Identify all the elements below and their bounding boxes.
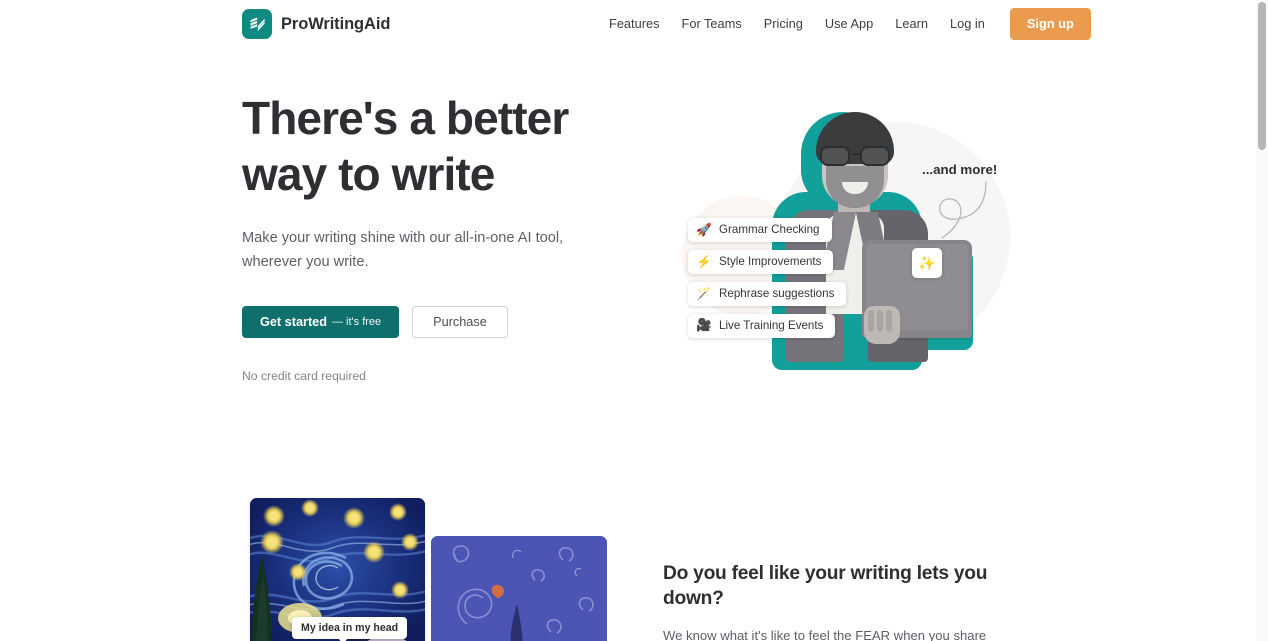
hero-illustration: 🚀 Grammar Checking ⚡ Style Improvements … — [660, 100, 1020, 400]
hero-title-line-1: There's a better — [242, 92, 569, 144]
nav-item-for-teams[interactable]: For Teams — [671, 12, 753, 37]
sparkles-icon: ✨ — [912, 248, 942, 278]
purchase-button[interactable]: Purchase — [412, 305, 508, 338]
finger — [886, 310, 892, 332]
page-scrollbar[interactable] — [1256, 0, 1268, 641]
get-started-free-tag: — it's free — [331, 315, 382, 328]
section2-copy: Do you feel like your writing lets you d… — [663, 562, 1029, 641]
sign-up-button[interactable]: Sign up — [1009, 7, 1091, 41]
section2-title: Do you feel like your writing lets you d… — [663, 563, 988, 609]
glasses-lens-left — [820, 146, 850, 166]
rocket-icon: 🚀 — [696, 222, 712, 237]
lightning-bolt-icon: ⚡ — [696, 254, 712, 269]
hero-cta-group: Get started — it's free Purchase — [242, 305, 642, 338]
glasses-lens-right — [860, 146, 890, 166]
feature-pill-label: Grammar Checking — [719, 223, 820, 236]
feature-pill-rephrase-suggestions[interactable]: 🪄 Rephrase suggestions — [688, 281, 847, 306]
landing-page: ProWritingAid Features For Teams Pricing… — [0, 0, 1268, 641]
hero-title-line-2: way to write — [242, 148, 495, 201]
get-started-button[interactable]: Get started — it's free — [242, 305, 400, 338]
brand-logo-link[interactable]: ProWritingAid — [242, 9, 390, 39]
glasses-icon — [818, 146, 892, 166]
feature-pill-grammar-checking[interactable]: 🚀 Grammar Checking — [688, 218, 832, 242]
no-credit-card-note: No credit card required — [242, 368, 366, 383]
my-idea-in-my-head-label: My idea in my head — [292, 617, 408, 641]
hand-holding-laptop — [864, 306, 900, 344]
magic-wand-icon: 🪄 — [696, 286, 712, 301]
video-camera-icon: 🎥 — [696, 318, 712, 333]
and-more-annotation: ...and more! — [922, 162, 998, 177]
feature-pill-list: 🚀 Grammar Checking ⚡ Style Improvements … — [688, 218, 847, 338]
hero-title: There's a better way to write — [242, 90, 642, 202]
scrollbar-thumb[interactable] — [1258, 2, 1266, 150]
before-after-artwork: My idea in my head — [250, 498, 607, 641]
nav-item-pricing[interactable]: Pricing — [753, 12, 814, 37]
section2-body: We know what it's like to feel the FEAR … — [663, 627, 987, 641]
glasses-bridge — [852, 153, 860, 156]
brand-name: ProWritingAid — [281, 14, 391, 33]
nav-item-log-in[interactable]: Log in — [939, 12, 996, 37]
feature-pill-style-improvements[interactable]: ⚡ Style Improvements — [688, 249, 834, 274]
nav-item-features[interactable]: Features — [598, 12, 671, 37]
crude-drawing-version — [431, 536, 607, 641]
finger — [868, 310, 874, 332]
feature-pill-live-training-events[interactable]: 🎥 Live Training Events — [688, 313, 836, 338]
feature-pill-label: Live Training Events — [719, 318, 824, 332]
feature-pill-label: Rephrase suggestions — [719, 286, 835, 300]
get-started-label: Get started — [260, 314, 327, 329]
nav-item-learn[interactable]: Learn — [884, 12, 939, 37]
prowritingaid-book-logo-icon — [242, 9, 272, 39]
nav-item-use-app[interactable]: Use App — [814, 12, 884, 37]
hero-copy: There's a better way to write Make your … — [242, 90, 642, 383]
hero-subtitle: Make your writing shine with our all-in-… — [242, 230, 564, 270]
main-navigation: Features For Teams Pricing Use App Learn… — [598, 0, 1091, 48]
feature-pill-label: Style Improvements — [719, 254, 822, 268]
finger — [877, 310, 883, 332]
site-header: ProWritingAid Features For Teams Pricing… — [0, 0, 1256, 48]
